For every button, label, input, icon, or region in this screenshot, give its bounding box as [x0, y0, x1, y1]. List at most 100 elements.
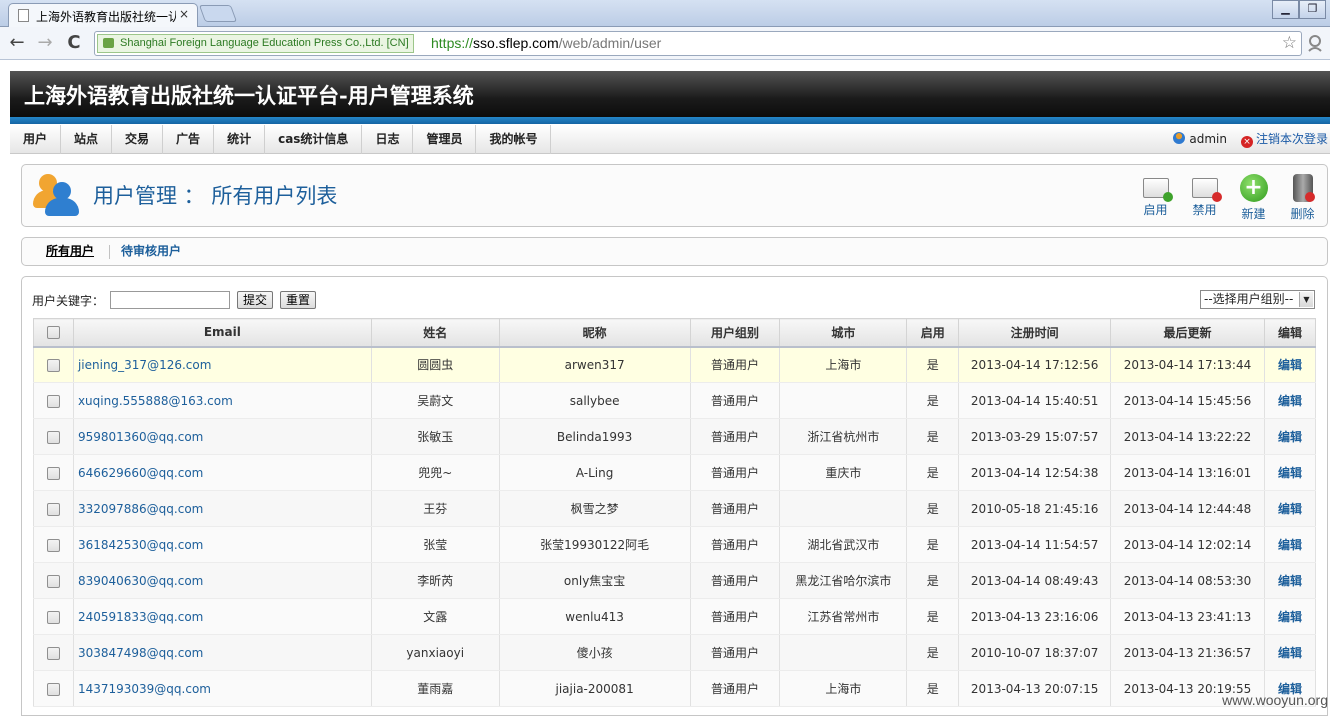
- row-checkbox[interactable]: [47, 539, 60, 552]
- browser-menu-icon[interactable]: [1305, 33, 1325, 53]
- nav-item-my-account[interactable]: 我的帐号: [476, 125, 551, 154]
- reset-button[interactable]: 重置: [280, 291, 316, 309]
- table-row[interactable]: 240591833@qq.com文露wenlu413普通用户江苏省常州市是201…: [34, 599, 1316, 635]
- registered-cell: 2010-05-18 21:45:16: [959, 491, 1111, 527]
- table-row[interactable]: 332097886@qq.com王芬枫雪之梦普通用户是2010-05-18 21…: [34, 491, 1316, 527]
- new-tab-button[interactable]: [199, 5, 237, 22]
- row-checkbox[interactable]: [47, 683, 60, 696]
- column-header-group[interactable]: 用户组别: [690, 319, 780, 347]
- submit-button[interactable]: 提交: [237, 291, 273, 309]
- email-cell[interactable]: 959801360@qq.com: [73, 419, 371, 455]
- forward-button[interactable]: →: [33, 31, 57, 55]
- row-checkbox[interactable]: [47, 575, 60, 588]
- name-cell: 李昕芮: [371, 563, 499, 599]
- row-checkbox[interactable]: [47, 647, 60, 660]
- city-cell: 江苏省常州市: [780, 599, 907, 635]
- table-row[interactable]: xuqing.555888@163.com吴蔚文sallybee普通用户是201…: [34, 383, 1316, 419]
- edit-link[interactable]: 编辑: [1264, 455, 1315, 491]
- users-table: Email 姓名 昵称 用户组别 城市 启用 注册时间 最后更新 编辑 jien…: [33, 318, 1316, 707]
- edit-link[interactable]: 编辑: [1264, 563, 1315, 599]
- enable-icon: [1143, 178, 1169, 198]
- nav-item-admins[interactable]: 管理员: [413, 125, 476, 154]
- email-cell[interactable]: 839040630@qq.com: [73, 563, 371, 599]
- email-cell[interactable]: jiening_317@126.com: [73, 347, 371, 383]
- browser-tab[interactable]: 上海外语教育出版社统一认 ×: [8, 3, 198, 27]
- email-cell[interactable]: 332097886@qq.com: [73, 491, 371, 527]
- city-cell: 上海市: [780, 347, 907, 383]
- nav-item-sites[interactable]: 站点: [61, 125, 112, 154]
- table-row[interactable]: jiening_317@126.com圆圆虫arwen317普通用户上海市是20…: [34, 347, 1316, 383]
- new-button[interactable]: + 新建: [1229, 174, 1278, 222]
- table-row[interactable]: 1437193039@qq.com董雨嘉jiajia-200081普通用户上海市…: [34, 671, 1316, 707]
- row-checkbox[interactable]: [47, 359, 60, 372]
- column-header-enabled[interactable]: 启用: [907, 319, 959, 347]
- row-checkbox[interactable]: [47, 395, 60, 408]
- user-group-select[interactable]: --选择用户组别-- ▼: [1200, 290, 1315, 309]
- edit-link[interactable]: 编辑: [1264, 419, 1315, 455]
- email-cell[interactable]: 1437193039@qq.com: [73, 671, 371, 707]
- row-checkbox[interactable]: [47, 431, 60, 444]
- enable-button[interactable]: 启用: [1131, 174, 1180, 222]
- action-toolbar: 启用 禁用 + 新建 删除: [1131, 174, 1327, 222]
- edit-link[interactable]: 编辑: [1264, 599, 1315, 635]
- column-header-city[interactable]: 城市: [780, 319, 907, 347]
- row-checkbox[interactable]: [47, 611, 60, 624]
- reload-button[interactable]: C: [62, 31, 86, 55]
- enabled-cell: 是: [907, 563, 959, 599]
- nav-item-ads[interactable]: 广告: [163, 125, 214, 154]
- edit-link[interactable]: 编辑: [1264, 527, 1315, 563]
- enabled-cell: 是: [907, 491, 959, 527]
- nav-item-transactions[interactable]: 交易: [112, 125, 163, 154]
- column-header-updated[interactable]: 最后更新: [1111, 319, 1265, 347]
- nav-item-users[interactable]: 用户: [10, 125, 61, 154]
- current-user[interactable]: admin: [1173, 125, 1227, 154]
- search-input[interactable]: [110, 291, 230, 309]
- trash-icon: [1293, 174, 1313, 202]
- row-checkbox[interactable]: [47, 503, 60, 516]
- tab-pending-users[interactable]: 待审核用户: [110, 238, 197, 265]
- table-row[interactable]: 646629660@qq.com兜兜~A-Ling普通用户重庆市是2013-04…: [34, 455, 1316, 491]
- updated-cell: 2013-04-13 21:36:57: [1111, 635, 1265, 671]
- restore-button[interactable]: ❐: [1299, 0, 1326, 19]
- edit-link[interactable]: 编辑: [1264, 383, 1315, 419]
- email-cell[interactable]: 303847498@qq.com: [73, 635, 371, 671]
- nav-item-logs[interactable]: 日志: [362, 125, 413, 154]
- table-row[interactable]: 959801360@qq.com张敏玉Belinda1993普通用户浙江省杭州市…: [34, 419, 1316, 455]
- edit-link[interactable]: 编辑: [1264, 491, 1315, 527]
- select-all-checkbox[interactable]: [47, 326, 60, 339]
- column-header-registered[interactable]: 注册时间: [959, 319, 1111, 347]
- email-cell[interactable]: 240591833@qq.com: [73, 599, 371, 635]
- delete-button[interactable]: 删除: [1278, 174, 1327, 222]
- ev-certificate-badge[interactable]: Shanghai Foreign Language Education Pres…: [97, 34, 414, 53]
- row-checkbox-cell: [34, 491, 74, 527]
- table-row[interactable]: 303847498@qq.comyanxiaoyi傻小孩普通用户是2010-10…: [34, 635, 1316, 671]
- back-button[interactable]: ←: [5, 31, 29, 55]
- url-text[interactable]: https://sso.sflep.com/web/admin/user: [431, 35, 661, 51]
- column-header-email[interactable]: Email: [73, 319, 371, 347]
- bookmark-star-icon[interactable]: ☆: [1282, 33, 1297, 53]
- logout-link[interactable]: ×注销本次登录: [1241, 125, 1328, 154]
- edit-link[interactable]: 编辑: [1264, 347, 1315, 383]
- nav-item-stats[interactable]: 统计: [214, 125, 265, 154]
- city-cell: 上海市: [780, 671, 907, 707]
- email-cell[interactable]: 361842530@qq.com: [73, 527, 371, 563]
- column-header-nickname[interactable]: 昵称: [499, 319, 690, 347]
- minimize-button[interactable]: ▁: [1272, 0, 1299, 19]
- tab-all-users[interactable]: 所有用户: [35, 238, 110, 265]
- tab-close-icon[interactable]: ×: [179, 7, 189, 21]
- email-cell[interactable]: xuqing.555888@163.com: [73, 383, 371, 419]
- registered-cell: 2013-04-13 23:16:06: [959, 599, 1111, 635]
- enabled-cell: 是: [907, 599, 959, 635]
- table-row[interactable]: 839040630@qq.com李昕芮only焦宝宝普通用户黑龙江省哈尔滨市是2…: [34, 563, 1316, 599]
- user-list-panel: 用户关键字： 提交 重置 --选择用户组别-- ▼ Email 姓名 昵称 用户…: [21, 276, 1328, 716]
- row-checkbox[interactable]: [47, 467, 60, 480]
- email-cell[interactable]: 646629660@qq.com: [73, 455, 371, 491]
- table-row[interactable]: 361842530@qq.com张莹张莹19930122阿毛普通用户湖北省武汉市…: [34, 527, 1316, 563]
- edit-link[interactable]: 编辑: [1264, 635, 1315, 671]
- row-checkbox-cell: [34, 671, 74, 707]
- address-bar[interactable]: Shanghai Foreign Language Education Pres…: [94, 31, 1302, 56]
- registered-cell: 2010-10-07 18:37:07: [959, 635, 1111, 671]
- disable-button[interactable]: 禁用: [1180, 174, 1229, 222]
- column-header-name[interactable]: 姓名: [371, 319, 499, 347]
- nav-item-cas-stats[interactable]: cas统计信息: [265, 125, 362, 154]
